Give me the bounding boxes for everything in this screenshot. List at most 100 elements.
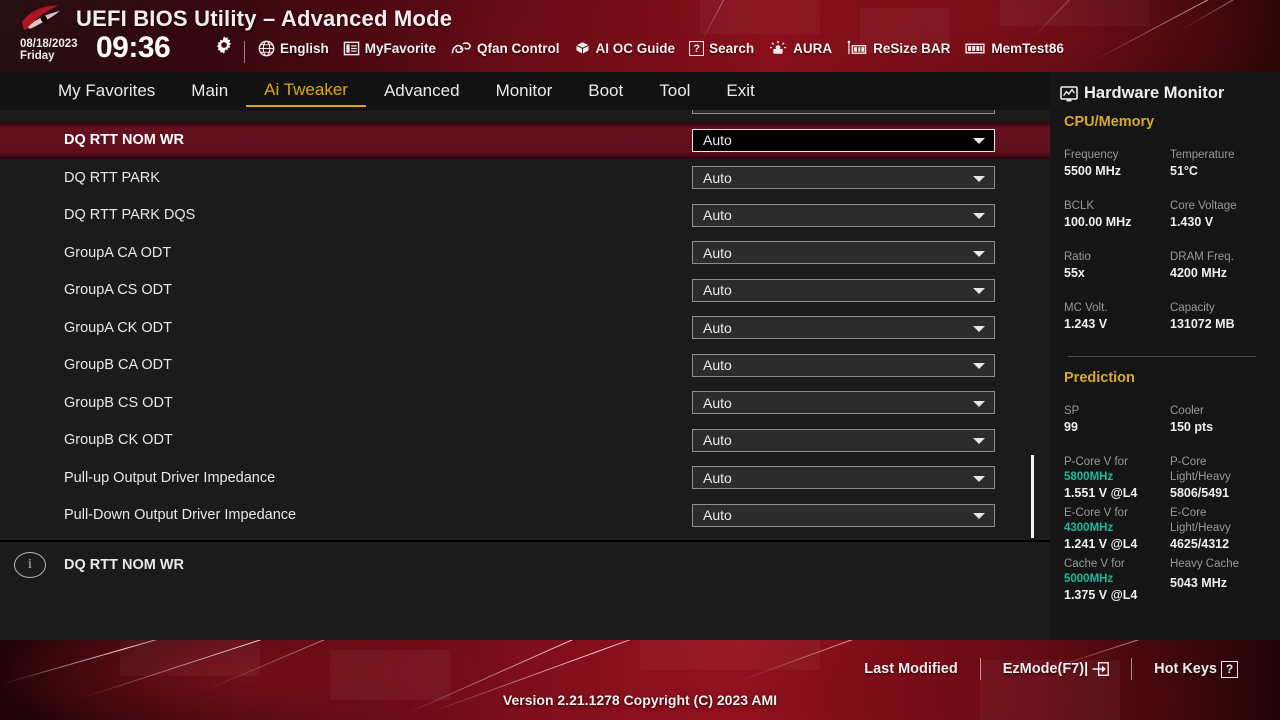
- setting-label: DQ RTT PARK: [64, 169, 160, 186]
- hot-keys-button[interactable]: Hot Keys ?: [1132, 660, 1260, 678]
- page-title: UEFI BIOS Utility – Advanced Mode: [76, 6, 453, 31]
- toolbar-item-label: MyFavorite: [364, 41, 437, 56]
- menu-item-boot[interactable]: Boot: [570, 76, 641, 106]
- table-row[interactable]: DQ RTT NOM WR Auto: [0, 121, 1050, 159]
- footer-actions: Last Modified EzMode(F7)| Hot Keys ?: [842, 658, 1260, 680]
- ezmode-button[interactable]: EzMode(F7)|: [981, 661, 1131, 677]
- setting-dropdown[interactable]: Auto: [692, 428, 995, 452]
- table-row[interactable]: Auto: [0, 110, 1050, 122]
- header-bar: UEFI BIOS Utility – Advanced Mode 08/18/…: [0, 0, 1280, 72]
- menu-item-advanced[interactable]: Advanced: [366, 76, 478, 106]
- info-circle-icon: i: [14, 552, 46, 578]
- table-row[interactable]: GroupA CA ODT Auto: [0, 234, 1050, 272]
- prediction-key-line1: Heavy Cache: [1170, 558, 1240, 570]
- toolbar-item-qfan-control[interactable]: Qfan Control: [450, 40, 560, 57]
- menu-item-exit[interactable]: Exit: [708, 76, 772, 106]
- setting-label: GroupB CS ODT: [64, 394, 173, 411]
- toolbar-item-label: AI OC Guide: [595, 41, 676, 56]
- metric-value: 131072 MB: [1170, 317, 1235, 331]
- hardware-monitor-title-label: Hardware Monitor: [1084, 84, 1225, 102]
- setting-dropdown[interactable]: Auto: [692, 316, 995, 340]
- toolbar-item-aura[interactable]: AURA: [768, 40, 832, 57]
- prediction-key-line2: Light/Heavy: [1170, 522, 1231, 534]
- table-row[interactable]: DQ RTT PARK DQS Auto: [0, 197, 1050, 235]
- setting-dropdown[interactable]: Auto: [692, 166, 995, 190]
- setting-dropdown[interactable]: Auto: [692, 128, 995, 152]
- chevron-down-icon: [973, 363, 985, 370]
- chevron-down-icon: [973, 400, 985, 407]
- metric-key: BCLK: [1064, 200, 1095, 212]
- monitor-icon: [1060, 85, 1078, 101]
- setting-dropdown[interactable]: Auto: [692, 110, 995, 115]
- prediction-ecore-voltage: E-Core V for 4300MHz 1.241 V @L4: [1064, 506, 1164, 552]
- table-row[interactable]: GroupA CS ODT Auto: [0, 272, 1050, 310]
- toolbar-item-label: ReSize BAR: [873, 41, 951, 56]
- toolbar-item-ai-oc-guide[interactable]: AI OC Guide: [574, 40, 676, 57]
- dropdown-value: Auto: [703, 469, 732, 486]
- table-row[interactable]: GroupB CS ODT Auto: [0, 384, 1050, 422]
- dropdown-value: Auto: [703, 507, 732, 524]
- prediction-cache-voltage: Cache V for 5000MHz 1.375 V @L4: [1064, 557, 1164, 603]
- metric-value: 4200 MHz: [1170, 266, 1227, 280]
- table-row[interactable]: GroupA CK ODT Auto: [0, 309, 1050, 347]
- toolbar-item-memtest86[interactable]: MemTest86: [964, 40, 1064, 57]
- resize-bar-icon: [847, 40, 867, 55]
- menu-item-ai-tweaker[interactable]: Ai Tweaker: [246, 75, 366, 107]
- memory-icon: [965, 43, 985, 54]
- table-row[interactable]: GroupB CK ODT Auto: [0, 422, 1050, 460]
- metric-dram-freq: DRAM Freq. 4200 MHz: [1170, 250, 1270, 281]
- date-text: 08/18/2023: [20, 38, 78, 50]
- menu-item-main[interactable]: Main: [173, 76, 246, 106]
- arrow-into-box-icon: [1092, 662, 1109, 676]
- footer-deco-block: [120, 640, 260, 676]
- menu-item-tool[interactable]: Tool: [641, 76, 708, 106]
- metric-sp: SP 99: [1064, 404, 1164, 435]
- list-scrollbar[interactable]: [1031, 110, 1034, 540]
- bios-screen: UEFI BIOS Utility – Advanced Mode 08/18/…: [0, 0, 1280, 720]
- metric-key: Cooler: [1170, 405, 1204, 417]
- hardware-monitor-panel: Hardware Monitor CPU/Memory Frequency 55…: [1050, 72, 1280, 640]
- toolbar-item-search[interactable]: ? Search: [689, 41, 754, 56]
- table-row[interactable]: DQ RTT PARK Auto: [0, 159, 1050, 197]
- dropdown-value: Auto: [693, 110, 732, 111]
- toolbar-item-english[interactable]: English: [258, 40, 329, 57]
- metric-value: 55x: [1064, 266, 1085, 280]
- setting-dropdown[interactable]: Auto: [692, 503, 995, 527]
- chevron-down-icon: [973, 138, 985, 145]
- setting-dropdown[interactable]: Auto: [692, 353, 995, 377]
- toolbar-item-label: English: [280, 41, 329, 56]
- hardware-monitor-title: Hardware Monitor: [1060, 84, 1224, 103]
- menu-item-my-favorites[interactable]: My Favorites: [40, 76, 173, 106]
- help-text: DQ RTT NOM WR: [64, 557, 185, 573]
- scrollbar-thumb[interactable]: [1031, 455, 1034, 538]
- settings-list: Auto DQ RTT NOM WR Auto DQ RTT PARK Auto: [0, 110, 1050, 540]
- setting-dropdown[interactable]: Auto: [692, 278, 995, 302]
- chevron-down-icon: [973, 475, 985, 482]
- toolbar-item-label: Search: [709, 41, 755, 56]
- setting-dropdown[interactable]: Auto: [692, 241, 995, 265]
- setting-label: Pull-Down Output Driver Impedance: [64, 507, 297, 524]
- ezmode-label: EzMode(F7)|: [1002, 661, 1089, 677]
- menu-item-monitor[interactable]: Monitor: [478, 76, 571, 106]
- chip-icon: [575, 42, 589, 54]
- table-row[interactable]: Pull-Down Output Driver Impedance Auto: [0, 497, 1050, 535]
- prediction-pcore-lightheavy: P-Core Light/Heavy 5806/5491: [1170, 455, 1270, 501]
- last-modified-button[interactable]: Last Modified: [842, 661, 979, 677]
- prediction-value: 5043 MHz: [1170, 576, 1227, 590]
- aura-light-icon: [769, 40, 787, 54]
- setting-dropdown[interactable]: Auto: [692, 203, 995, 227]
- setting-label: DQ RTT NOM WR: [64, 132, 185, 149]
- metric-value: 150 pts: [1170, 420, 1214, 434]
- table-row[interactable]: Pull-up Output Driver Impedance Auto: [0, 459, 1050, 497]
- setting-dropdown[interactable]: Auto: [692, 466, 995, 490]
- toolbar-item-myfavorite[interactable]: MyFavorite: [343, 40, 436, 57]
- header-divider: [244, 41, 245, 63]
- settings-rows: Auto DQ RTT NOM WR Auto DQ RTT PARK Auto: [0, 110, 1050, 534]
- gear-icon[interactable]: [215, 36, 233, 54]
- toolbar-item-resize-bar[interactable]: ReSize BAR: [846, 40, 950, 57]
- setting-dropdown[interactable]: Auto: [692, 391, 995, 415]
- prediction-key-line1: P-Core: [1170, 456, 1207, 468]
- table-row[interactable]: GroupB CA ODT Auto: [0, 347, 1050, 385]
- weekday-text: Friday: [20, 50, 55, 62]
- header-deco-block: [1000, 0, 1150, 26]
